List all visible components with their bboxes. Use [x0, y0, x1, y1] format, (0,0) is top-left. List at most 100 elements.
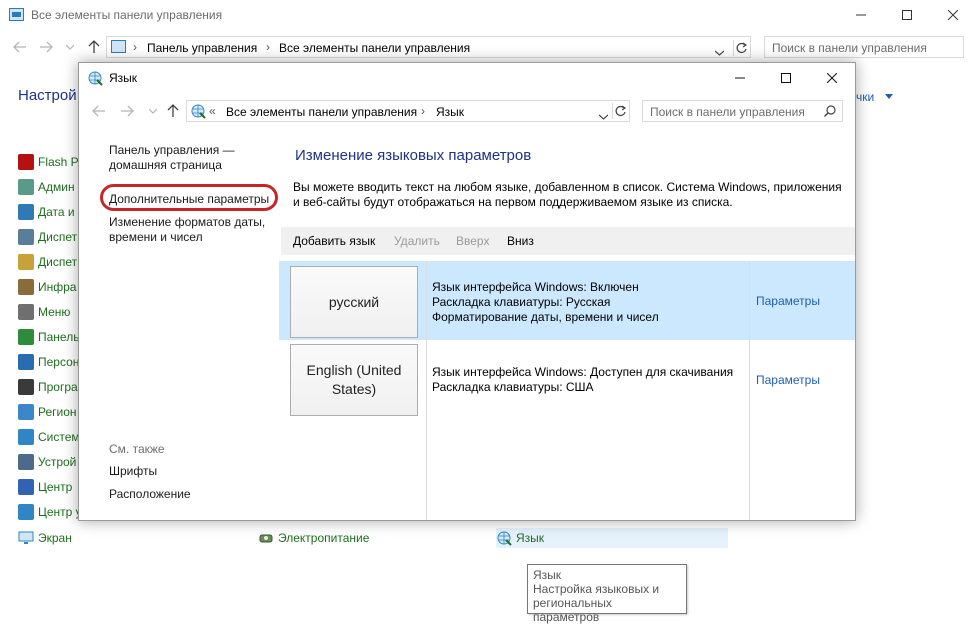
language-info-line: Язык интерфейса Windows: Включен [432, 280, 639, 294]
address-dropdown-icon[interactable] [714, 45, 725, 59]
flash-icon [18, 154, 34, 170]
cp-item[interactable]: Програ [18, 378, 78, 396]
refresh-icon[interactable] [733, 40, 749, 56]
panel-icon [18, 329, 34, 345]
up-arrow-icon[interactable] [86, 39, 102, 55]
cp-item-display[interactable]: Экран [18, 528, 218, 548]
search-placeholder: Поиск в панели управления [772, 41, 927, 55]
cp-item-label: Програ [38, 380, 78, 394]
language-info-line: Раскладка клавиатуры: США [432, 380, 594, 394]
search-icon[interactable] [824, 105, 836, 120]
sidebar-link-text: Изменение форматов даты, [109, 215, 266, 229]
cp-item-label: Диспет [38, 230, 78, 244]
description-line: Вы можете вводить текст на любом языке, … [293, 180, 842, 194]
move-down-button[interactable]: Вниз [507, 234, 534, 248]
dialog-minimize-button[interactable] [717, 63, 763, 93]
page-title: Изменение языковых параметров [295, 147, 532, 164]
cp-item-label: Электропитание [278, 531, 370, 545]
breadcrumb-overflow-icon[interactable]: « [209, 104, 216, 118]
sidebar-link-home[interactable]: Панель управления — домашняя страница [109, 143, 235, 173]
cp-item[interactable]: Центр [18, 478, 72, 496]
cp-item[interactable]: Админ [18, 178, 75, 196]
dialog-title-bar: Язык [79, 63, 855, 93]
devices-icon [18, 454, 34, 470]
language-icon [190, 103, 206, 122]
cp-item-label: Систем [38, 430, 80, 444]
cp-item-label: Устрой [38, 455, 77, 469]
language-name-line: States) [331, 381, 377, 397]
parent-close-button[interactable] [930, 0, 976, 30]
sidebar-link-fonts[interactable]: Шрифты [109, 464, 157, 479]
language-options-link[interactable]: Параметры [756, 373, 820, 387]
parent-address-bar[interactable]: › Панель управления › Все элементы панел… [106, 36, 751, 58]
up-arrow-icon[interactable] [165, 103, 181, 119]
cp-item-label: Админ [38, 180, 75, 194]
parent-maximize-button[interactable] [884, 0, 930, 30]
address-dropdown-icon[interactable] [598, 109, 609, 123]
cp-item-label: Экран [38, 531, 72, 545]
sidebar-link-text: домашняя страница [109, 158, 222, 172]
forward-arrow-icon[interactable] [119, 103, 135, 119]
language-toolbar: Добавить язык Удалить Вверх Вниз [281, 227, 855, 255]
forward-arrow-icon[interactable] [38, 39, 54, 55]
language-info-line: Форматирование даты, времени и чисел [432, 310, 659, 324]
recent-dropdown-icon[interactable] [62, 39, 78, 55]
dialog-address-bar[interactable]: « Все элементы панели управления › Язык [186, 100, 630, 122]
language-tile[interactable]: English (United States) [290, 344, 418, 416]
column-divider [749, 261, 750, 520]
highlight-annotation [100, 184, 278, 211]
cp-item-label: Диспет [38, 255, 78, 269]
parent-minimize-button[interactable] [838, 0, 884, 30]
cp-item[interactable]: Диспет [18, 228, 77, 246]
breadcrumb-separator-icon: › [266, 40, 270, 54]
sidebar-link-location[interactable]: Расположение [109, 487, 191, 502]
cp-item[interactable]: Инфра [18, 278, 76, 296]
cp-item[interactable]: Панель [18, 328, 79, 346]
remove-language-button[interactable]: Удалить [394, 234, 440, 248]
language-info-line: Язык интерфейса Windows: Доступен для ск… [432, 365, 734, 379]
cp-item[interactable]: Меню [18, 303, 70, 321]
back-arrow-icon[interactable] [91, 103, 107, 119]
cp-item-label: Инфра [38, 280, 77, 294]
cp-item-language[interactable]: Язык [496, 528, 728, 548]
cp-item[interactable]: Устрой [18, 453, 76, 471]
cp-item-label: Центр у [38, 505, 82, 519]
cp-item-power[interactable]: Электропитание [258, 528, 478, 548]
refresh-icon[interactable] [612, 103, 629, 119]
cp-item[interactable]: Диспет [18, 253, 77, 271]
move-up-button[interactable]: Вверх [456, 234, 489, 248]
view-by-caret-icon[interactable] [885, 94, 893, 99]
language-row[interactable]: English (United States) Язык интерфейса … [279, 340, 855, 420]
dialog-title: Язык [109, 71, 138, 85]
display-icon [18, 530, 34, 546]
language-tile[interactable]: русский [290, 266, 418, 338]
breadcrumb-control-panel[interactable]: Панель управления [147, 41, 257, 55]
control-panel-icon [9, 8, 24, 21]
breadcrumb-all-items[interactable]: Все элементы панели управления [279, 41, 470, 55]
parent-search-input[interactable]: Поиск в панели управления [764, 36, 964, 58]
cp-item[interactable]: Центр у [18, 503, 82, 521]
cp-item-label: Язык [516, 531, 545, 545]
indexing-icon [18, 304, 34, 320]
recent-dropdown-icon[interactable] [145, 103, 161, 119]
language-options-link[interactable]: Параметры [756, 294, 820, 308]
cp-item[interactable]: Персон [18, 353, 79, 371]
sidebar-link-change-formats[interactable]: Изменение форматов даты, времени и чисел [109, 215, 265, 245]
add-language-button[interactable]: Добавить язык [293, 234, 375, 248]
cp-item[interactable]: Систем [18, 428, 80, 446]
back-arrow-icon[interactable] [12, 39, 28, 55]
view-by-dropdown[interactable]: чки [856, 90, 874, 104]
cp-item[interactable]: Дата и [18, 203, 75, 221]
dialog-search-input[interactable]: Поиск в панели управления [642, 100, 843, 122]
language-icon [87, 70, 103, 86]
dialog-maximize-button[interactable] [763, 63, 809, 93]
cp-item[interactable]: Регион [18, 403, 77, 421]
language-row[interactable]: русский Язык интерфейса Windows: Включен… [279, 261, 855, 340]
dialog-close-button[interactable] [809, 63, 855, 93]
tooltip-line: Настройка языковых и [533, 582, 660, 596]
breadcrumb-language[interactable]: Язык [436, 105, 464, 119]
cp-item[interactable]: Flash Pl [18, 153, 81, 171]
breadcrumb-all-items[interactable]: Все элементы панели управления [226, 105, 417, 119]
parent-title-bar: Все элементы панели управления [0, 0, 976, 30]
cp-item-label: Flash Pl [38, 155, 82, 169]
